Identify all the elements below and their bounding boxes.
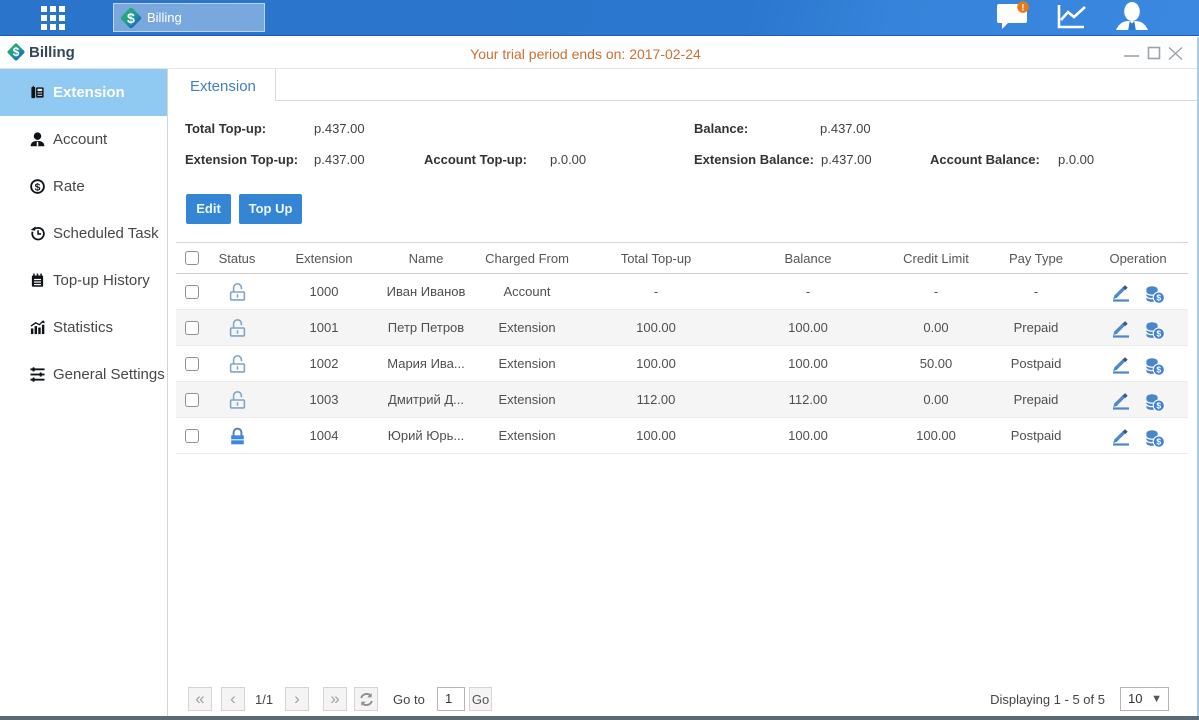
svg-text:$: $ [1156, 328, 1161, 338]
svg-text:$: $ [35, 182, 41, 193]
svg-text:!: ! [1021, 2, 1024, 13]
svg-text:$: $ [127, 10, 135, 26]
svg-text:$: $ [1156, 364, 1161, 374]
svg-text:$: $ [1156, 292, 1161, 302]
svg-text:$: $ [1156, 436, 1161, 446]
svg-text:$: $ [1156, 400, 1161, 410]
